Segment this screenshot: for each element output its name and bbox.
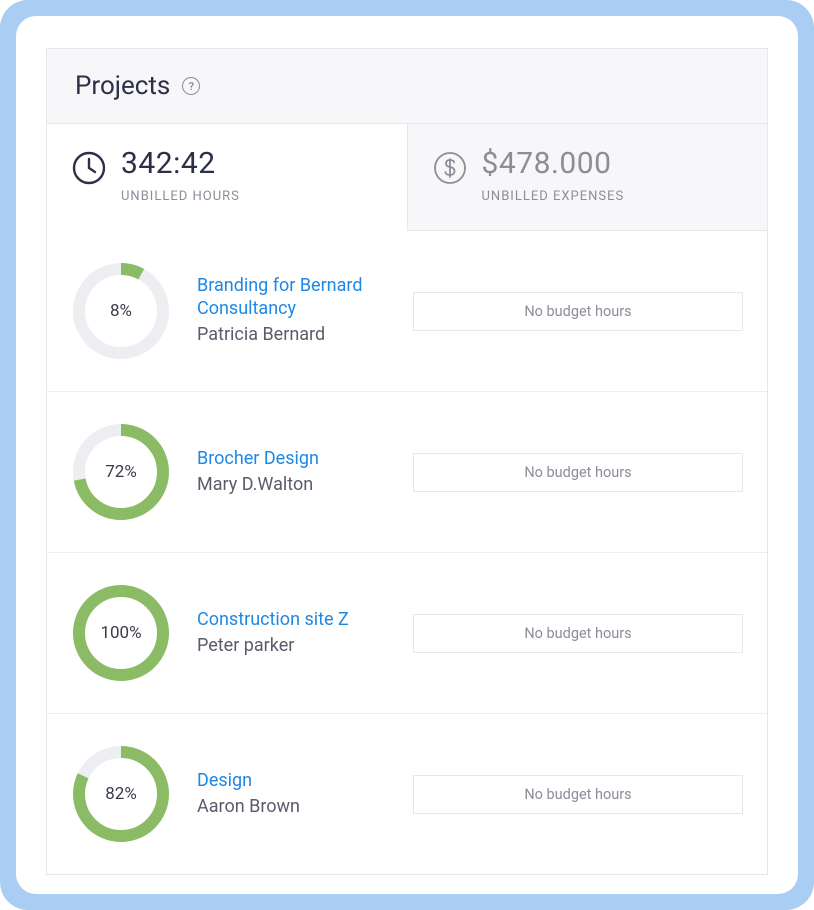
stat-expenses-label: UNBILLED EXPENSES bbox=[482, 189, 625, 204]
stats-row: 342:42 UNBILLED HOURS $478.000 bbox=[47, 124, 767, 231]
progress-donut: 8% bbox=[71, 261, 171, 361]
stat-hours-text: 342:42 UNBILLED HOURS bbox=[121, 146, 240, 204]
projects-panel: Projects ? 342:42 UNBILLED HOURS bbox=[46, 48, 768, 875]
dollar-icon bbox=[432, 150, 468, 186]
stat-expenses-text: $478.000 UNBILLED EXPENSES bbox=[482, 146, 625, 204]
outer-frame: Projects ? 342:42 UNBILLED HOURS bbox=[0, 0, 814, 910]
project-info: Construction site Z Peter parker bbox=[197, 609, 387, 658]
stat-hours-value: 342:42 bbox=[121, 146, 240, 181]
project-info: Design Aaron Brown bbox=[197, 770, 387, 819]
project-client: Patricia Bernard bbox=[197, 324, 387, 347]
budget-hours-box: No budget hours bbox=[413, 614, 743, 653]
project-row: 72% Brocher Design Mary D.Walton No budget … bbox=[47, 391, 767, 552]
progress-donut: 72% bbox=[71, 422, 171, 522]
projects-list: 8% Branding for Bernard Consultancy Patric… bbox=[47, 231, 767, 874]
progress-donut: 100% bbox=[71, 583, 171, 683]
panel-title: Projects bbox=[75, 71, 170, 101]
progress-percent: 82% bbox=[71, 744, 171, 844]
help-icon[interactable]: ? bbox=[182, 77, 200, 95]
project-name-link[interactable]: Design bbox=[197, 770, 387, 793]
inner-card: Projects ? 342:42 UNBILLED HOURS bbox=[16, 16, 798, 894]
stat-expenses-value: $478.000 bbox=[482, 146, 625, 181]
project-name-link[interactable]: Brocher Design bbox=[197, 448, 387, 471]
stat-hours-label: UNBILLED HOURS bbox=[121, 189, 240, 204]
project-client: Peter parker bbox=[197, 635, 387, 658]
project-name-link[interactable]: Branding for Bernard Consultancy bbox=[197, 275, 387, 320]
progress-percent: 8% bbox=[71, 261, 171, 361]
progress-percent: 100% bbox=[71, 583, 171, 683]
project-row: 82% Design Aaron Brown No budget hours bbox=[47, 713, 767, 874]
project-client: Mary D.Walton bbox=[197, 474, 387, 497]
project-row: 8% Branding for Bernard Consultancy Patric… bbox=[47, 231, 767, 391]
progress-donut: 82% bbox=[71, 744, 171, 844]
stat-unbilled-expenses[interactable]: $478.000 UNBILLED EXPENSES bbox=[407, 124, 768, 231]
project-name-link[interactable]: Construction site Z bbox=[197, 609, 387, 632]
project-info: Branding for Bernard Consultancy Patricia… bbox=[197, 275, 387, 347]
progress-percent: 72% bbox=[71, 422, 171, 522]
budget-hours-box: No budget hours bbox=[413, 292, 743, 331]
budget-hours-box: No budget hours bbox=[413, 775, 743, 814]
project-info: Brocher Design Mary D.Walton bbox=[197, 448, 387, 497]
stat-unbilled-hours[interactable]: 342:42 UNBILLED HOURS bbox=[47, 124, 407, 231]
panel-header: Projects ? bbox=[47, 49, 767, 124]
project-client: Aaron Brown bbox=[197, 796, 387, 819]
budget-hours-box: No budget hours bbox=[413, 453, 743, 492]
clock-icon bbox=[71, 150, 107, 186]
project-row: 100% Construction site Z Peter parker No bu… bbox=[47, 552, 767, 713]
